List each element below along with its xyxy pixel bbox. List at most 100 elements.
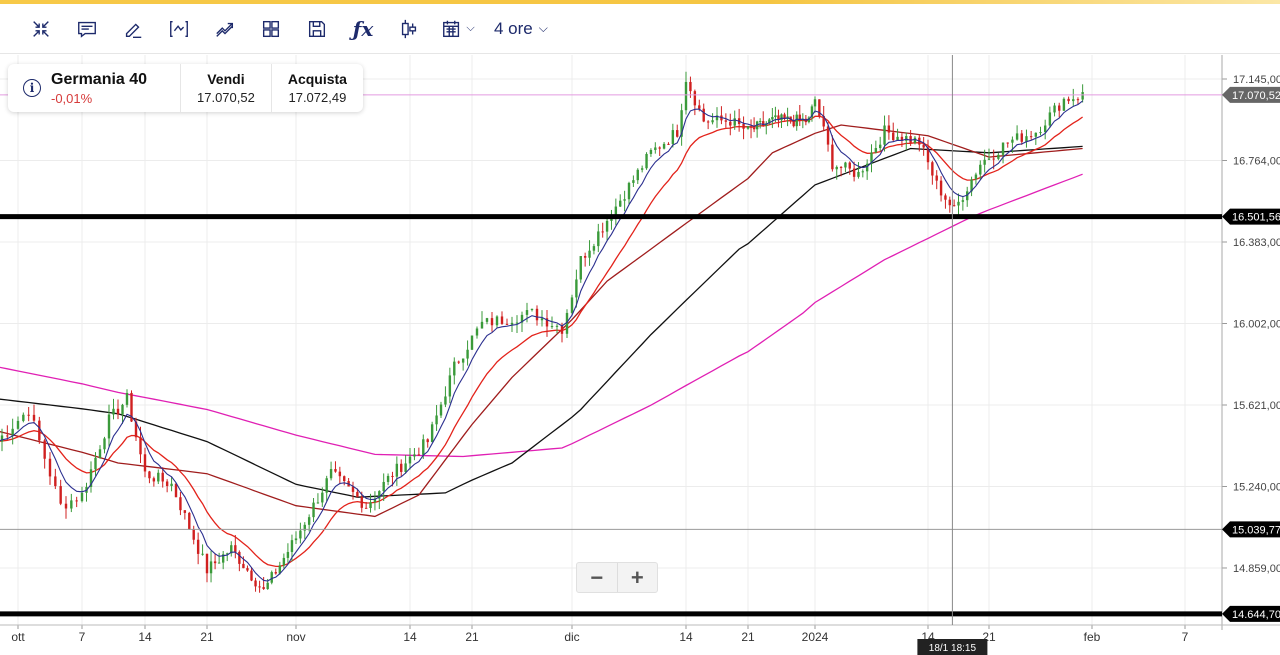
candle-body: [711, 120, 714, 123]
candle-body: [654, 147, 657, 151]
candle-body: [107, 414, 111, 439]
candle-body: [961, 200, 965, 202]
candle-body: [706, 121, 710, 123]
candle-body: [422, 439, 425, 455]
candle-body: [254, 580, 257, 587]
candle-body: [597, 231, 600, 247]
candle-body: [550, 326, 554, 328]
zoom-in-button[interactable]: +: [616, 563, 658, 592]
candle-body: [196, 539, 200, 554]
candle-body: [490, 318, 494, 326]
indicator-icon[interactable]: [156, 9, 202, 49]
candle-body: [152, 478, 156, 482]
zoom-out-button[interactable]: −: [577, 563, 617, 592]
candle-body: [413, 454, 416, 457]
chart-toolbar: ƒx ⌵ 4 ore ⌵: [0, 4, 1280, 54]
candle-body: [752, 127, 756, 130]
candle-body: [6, 435, 9, 437]
candle-body: [48, 458, 52, 477]
candle-body: [290, 540, 294, 552]
candle-body: [188, 512, 191, 530]
candle-body: [360, 497, 363, 508]
candle-body: [121, 404, 124, 415]
candle-body: [570, 297, 574, 313]
candle-body: [143, 454, 147, 472]
candle-body: [161, 472, 164, 482]
candle-body: [857, 171, 860, 177]
sell-button[interactable]: Vendi 17.070,52: [181, 64, 271, 112]
ema-line-red: [0, 115, 1083, 568]
candle-body: [662, 143, 666, 149]
chevron-down-icon: ⌵: [466, 22, 475, 34]
candle-body: [274, 572, 277, 574]
candle-body: [535, 308, 539, 321]
candle-body: [183, 510, 187, 513]
candle-body: [795, 114, 798, 127]
x-tick-label: ott: [11, 630, 25, 644]
candle-body: [865, 163, 869, 172]
candle-body: [667, 143, 670, 145]
buy-button[interactable]: Acquista 17.072,49: [270, 64, 363, 112]
layout-icon[interactable]: [248, 9, 294, 49]
candle-body: [645, 153, 648, 169]
candle-body: [952, 205, 956, 207]
candle-body: [997, 154, 1000, 159]
collapse-icon[interactable]: [18, 9, 64, 49]
candle-body: [125, 392, 129, 405]
candle-body: [439, 404, 443, 416]
candle-body: [525, 310, 529, 315]
info-icon[interactable]: i: [23, 79, 41, 97]
candle-body: [905, 136, 908, 141]
candle-body: [369, 502, 372, 509]
candle-body: [640, 168, 644, 170]
candle-body: [974, 174, 978, 180]
candle-body: [813, 99, 817, 107]
candle-body: [742, 123, 745, 129]
candle-body: [835, 166, 838, 170]
candle-body: [979, 164, 982, 175]
comment-icon[interactable]: [64, 9, 110, 49]
candle-body: [702, 108, 705, 122]
candle-body: [948, 199, 951, 206]
function-icon[interactable]: ƒx: [340, 9, 386, 49]
candle-body: [749, 126, 753, 128]
candle-body: [892, 132, 895, 141]
candle-body: [270, 572, 273, 583]
candle-body: [312, 502, 315, 518]
candle-body: [495, 316, 499, 326]
candle-body: [80, 492, 84, 502]
period-label: 4 ore: [494, 18, 533, 38]
candle-body: [294, 538, 298, 541]
chevron-down-icon: ⌵: [538, 21, 548, 35]
candlestick-icon[interactable]: [386, 9, 432, 49]
candle-body: [307, 517, 311, 525]
pencil-icon[interactable]: [110, 9, 156, 49]
candle-body: [987, 158, 991, 160]
candle-body: [579, 256, 582, 280]
candle-body: [391, 475, 394, 477]
candle-body: [883, 125, 886, 145]
y-tick-label: 16.002,00: [1233, 318, 1280, 330]
calendar-icon[interactable]: ⌵: [432, 9, 484, 49]
candle-body: [510, 322, 514, 325]
level-price-label: 14.644,70: [1232, 609, 1280, 621]
trend-icon[interactable]: [202, 9, 248, 49]
period-selector[interactable]: 4 ore ⌵: [494, 19, 548, 39]
candle-body: [148, 471, 151, 479]
candle-body: [179, 497, 182, 511]
save-icon[interactable]: [294, 9, 340, 49]
candle-body: [792, 121, 795, 127]
candle-body: [1015, 133, 1019, 140]
candle-body: [382, 481, 385, 492]
candle-body: [201, 553, 204, 555]
candle-body: [500, 316, 504, 324]
candle-body: [22, 414, 25, 421]
candle-body: [54, 476, 57, 487]
candle-body: [848, 162, 851, 169]
candle-body: [213, 561, 217, 564]
candle-body: [649, 150, 653, 154]
candle-body: [957, 201, 960, 206]
candle-body: [209, 561, 213, 574]
candle-body: [939, 180, 943, 196]
candle-body: [601, 231, 604, 233]
